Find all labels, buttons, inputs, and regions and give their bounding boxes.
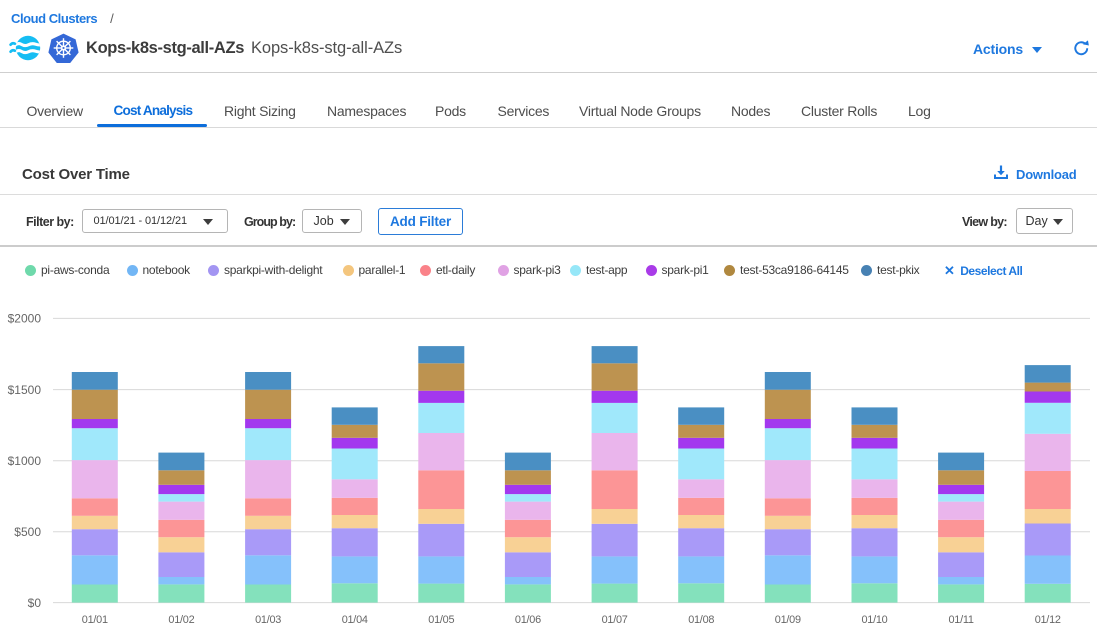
svg-text:$1500: $1500 (8, 383, 42, 397)
svg-text:01/04: 01/04 (342, 614, 368, 626)
svg-text:01/06: 01/06 (515, 614, 541, 626)
svg-text:01/03: 01/03 (255, 614, 281, 626)
svg-text:01/01: 01/01 (82, 614, 108, 626)
svg-text:01/10: 01/10 (861, 614, 887, 626)
svg-text:01/11: 01/11 (948, 614, 973, 626)
svg-text:$500: $500 (14, 525, 41, 539)
svg-text:$1000: $1000 (8, 454, 42, 468)
svg-text:01/05: 01/05 (428, 614, 454, 626)
svg-text:01/02: 01/02 (168, 614, 194, 626)
svg-text:01/07: 01/07 (602, 614, 628, 626)
svg-text:01/08: 01/08 (688, 614, 714, 626)
svg-text:$0: $0 (28, 596, 42, 610)
svg-text:01/12: 01/12 (1035, 614, 1061, 626)
svg-text:01/09: 01/09 (775, 614, 801, 626)
svg-text:$2000: $2000 (8, 312, 42, 326)
